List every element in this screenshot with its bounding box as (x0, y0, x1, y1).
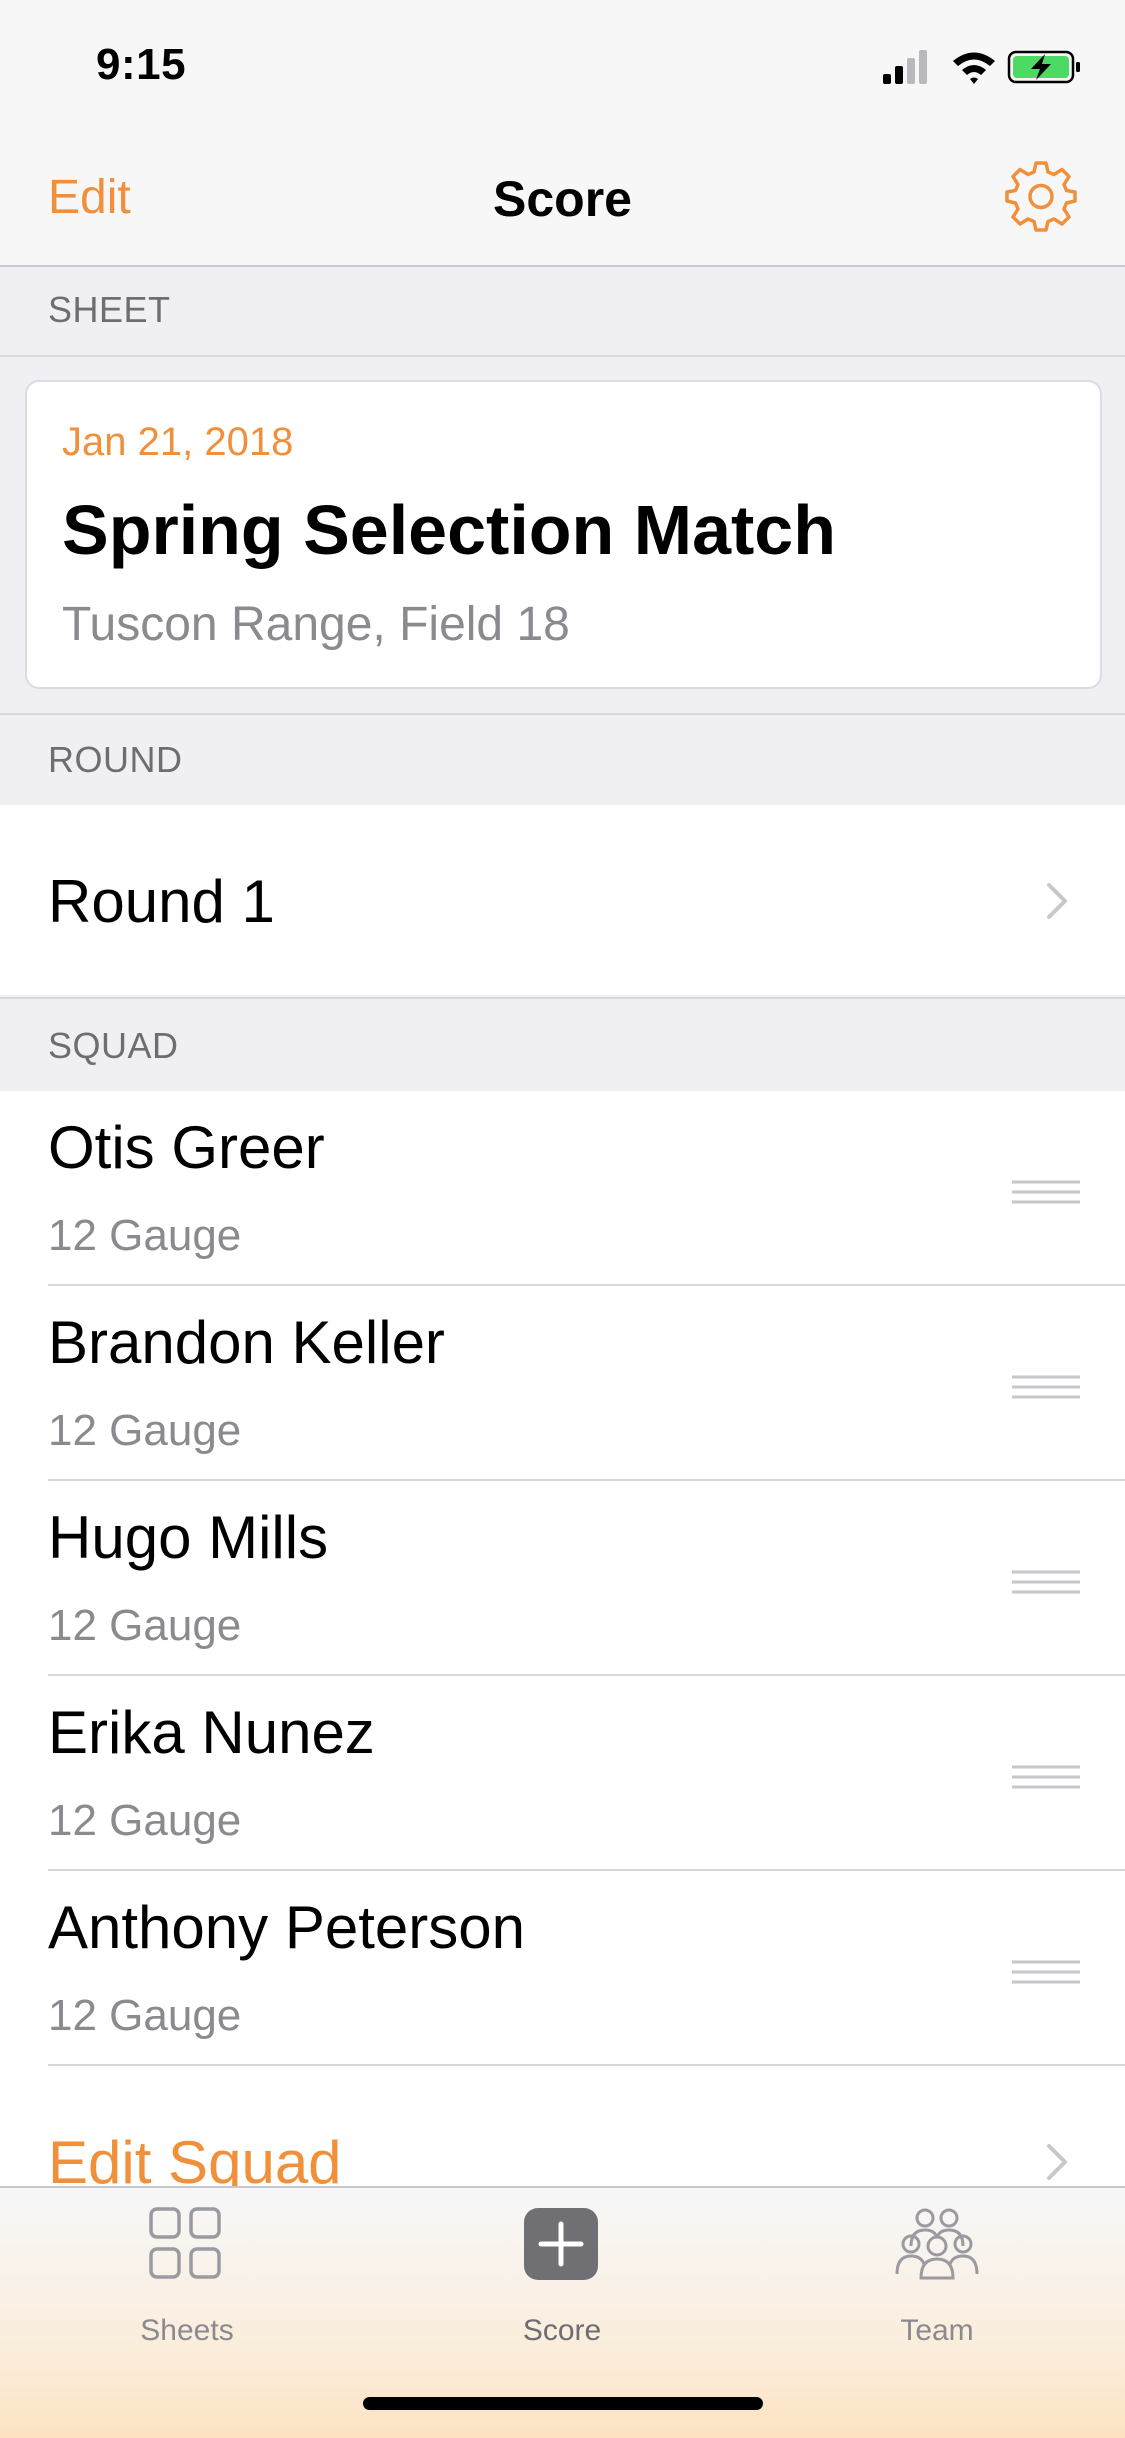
player-gauge: 12 Gauge (48, 1796, 242, 1845)
player-gauge: 12 Gauge (48, 1406, 242, 1455)
cellular-signal-icon (883, 50, 927, 84)
reorder-handle-icon[interactable] (1012, 1959, 1080, 1985)
player-name: Brandon Keller (48, 1309, 445, 1376)
status-icons (883, 50, 1080, 84)
player-gauge: 12 Gauge (48, 1601, 242, 1650)
list-item-player[interactable]: Erika Nunez 12 Gauge (0, 1676, 1125, 1871)
sheet-date: Jan 21, 2018 (62, 420, 294, 464)
chevron-right-icon (1047, 2144, 1067, 2180)
player-name: Anthony Peterson (48, 1894, 525, 1961)
list-item-player[interactable]: Hugo Mills 12 Gauge (0, 1481, 1125, 1676)
status-time: 9:15 (96, 40, 187, 89)
grid-icon (149, 2207, 221, 2279)
sheet-title: Spring Selection Match (62, 491, 836, 569)
player-gauge: 12 Gauge (48, 1211, 242, 1260)
edit-squad-button: Edit Squad (48, 2129, 342, 2186)
reorder-handle-icon[interactable] (1012, 1179, 1080, 1205)
page-title: Score (493, 171, 632, 227)
section-header-squad: SQUAD (0, 997, 1125, 1093)
gear-icon[interactable] (1003, 158, 1079, 234)
wifi-icon (953, 52, 995, 84)
list-item-player[interactable]: Otis Greer 12 Gauge (0, 1091, 1125, 1286)
sheet-location: Tuscon Range, Field 18 (62, 598, 570, 651)
team-icon (895, 2208, 979, 2280)
tab-team[interactable]: Team (787, 2206, 1087, 2356)
player-name: Hugo Mills (48, 1504, 329, 1571)
reorder-handle-icon[interactable] (1012, 1374, 1080, 1400)
list-item-player[interactable]: Brandon Keller 12 Gauge (0, 1286, 1125, 1481)
battery-charging-icon (1007, 50, 1080, 84)
tab-label: Score (522, 2314, 602, 2347)
home-indicator[interactable] (363, 2397, 763, 2410)
chevron-right-icon (1047, 883, 1067, 919)
player-name: Erika Nunez (48, 1699, 375, 1766)
tab-label: Team (900, 2314, 974, 2347)
top-bar: 9:15 Edit Score (0, 0, 1125, 267)
section-header-sheet: SHEET (0, 267, 1125, 357)
section-header-round: ROUND (0, 713, 1125, 807)
player-name: Otis Greer (48, 1114, 325, 1181)
sheet-card[interactable]: Jan 21, 2018 Spring Selection Match Tusc… (25, 380, 1102, 689)
round-row[interactable]: Round 1 (0, 805, 1125, 995)
round-label: Round 1 (48, 868, 275, 935)
reorder-handle-icon[interactable] (1012, 1764, 1080, 1790)
list-item-player[interactable]: Anthony Peterson 12 Gauge (0, 1871, 1125, 2066)
plus-icon (524, 2208, 598, 2280)
tab-sheets[interactable]: Sheets (37, 2206, 337, 2356)
tab-score[interactable]: Score (412, 2206, 712, 2356)
tab-label: Sheets (140, 2314, 234, 2347)
edit-squad-row[interactable]: Edit Squad (0, 2066, 1125, 2186)
player-gauge: 12 Gauge (48, 1991, 242, 2040)
reorder-handle-icon[interactable] (1012, 1569, 1080, 1595)
